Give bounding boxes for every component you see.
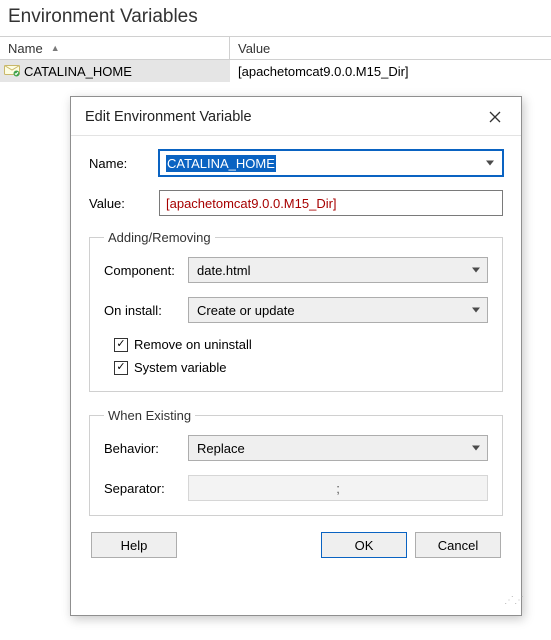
on-install-select[interactable]: Create or update [188,297,488,323]
column-header-name-label: Name [8,41,43,56]
remove-on-uninstall-checkbox[interactable]: ✓ Remove on uninstall [114,337,488,352]
on-install-select-value: Create or update [188,297,488,323]
dialog-body: Name: CATALINA_HOME Value: [apachetomcat… [71,136,521,570]
component-row: Component: date.html [104,257,488,283]
behavior-row: Behavior: Replace [104,435,488,461]
cancel-button[interactable]: Cancel [415,532,501,558]
value-input[interactable]: [apachetomcat9.0.0.M15_Dir] [159,190,503,216]
separator-input[interactable]: ; [188,475,488,501]
when-existing-group: When Existing Behavior: Replace Separato… [89,408,503,516]
name-row: Name: CATALINA_HOME [89,150,503,176]
on-install-row: On install: Create or update [104,297,488,323]
column-header-value[interactable]: Value [230,37,551,59]
edit-env-var-dialog: Edit Environment Variable Name: CATALINA… [70,96,522,616]
checkbox-icon: ✓ [114,361,128,375]
column-header-name[interactable]: Name ▲ [0,37,230,59]
env-vars-grid: Name ▲ Value CATALINA_HOME [apachetomcat… [0,36,551,82]
system-variable-label: System variable [134,360,226,375]
page-title: Environment Variables [0,0,551,36]
name-value-selected: CATALINA_HOME [166,155,276,172]
value-input-text: [apachetomcat9.0.0.M15_Dir] [166,196,337,211]
dialog-title: Edit Environment Variable [85,109,252,125]
cell-name-text: CATALINA_HOME [24,64,132,79]
value-label: Value: [89,196,159,211]
behavior-label: Behavior: [104,441,188,456]
column-header-value-label: Value [238,41,270,56]
cell-name: CATALINA_HOME [0,60,230,82]
table-row[interactable]: CATALINA_HOME [apachetomcat9.0.0.M15_Dir… [0,60,551,82]
name-label: Name: [89,156,159,171]
value-row: Value: [apachetomcat9.0.0.M15_Dir] [89,190,503,216]
when-existing-legend: When Existing [104,408,195,423]
behavior-select-value: Replace [188,435,488,461]
system-variable-checkbox[interactable]: ✓ System variable [114,360,488,375]
component-select[interactable]: date.html [188,257,488,283]
cell-value: [apachetomcat9.0.0.M15_Dir] [230,62,551,81]
dialog-titlebar: Edit Environment Variable [71,97,521,136]
sort-ascending-icon: ▲ [51,43,60,53]
help-button[interactable]: Help [91,532,177,558]
resize-grip-icon[interactable]: ⋰⋰ [504,598,518,612]
component-select-value: date.html [188,257,488,283]
separator-row: Separator: ; [104,475,488,501]
separator-input-value: ; [188,475,488,501]
remove-on-uninstall-label: Remove on uninstall [134,337,252,352]
close-icon[interactable] [479,105,511,129]
envvar-icon [4,65,20,77]
adding-removing-legend: Adding/Removing [104,230,215,245]
name-combobox[interactable]: CATALINA_HOME [159,150,503,176]
behavior-select[interactable]: Replace [188,435,488,461]
component-label: Component: [104,263,188,278]
separator-label: Separator: [104,481,188,496]
grid-header: Name ▲ Value [0,36,551,60]
on-install-label: On install: [104,303,188,318]
adding-removing-group: Adding/Removing Component: date.html On … [89,230,503,392]
ok-button[interactable]: OK [321,532,407,558]
checkbox-icon: ✓ [114,338,128,352]
dialog-button-bar: Help OK Cancel [89,532,503,558]
